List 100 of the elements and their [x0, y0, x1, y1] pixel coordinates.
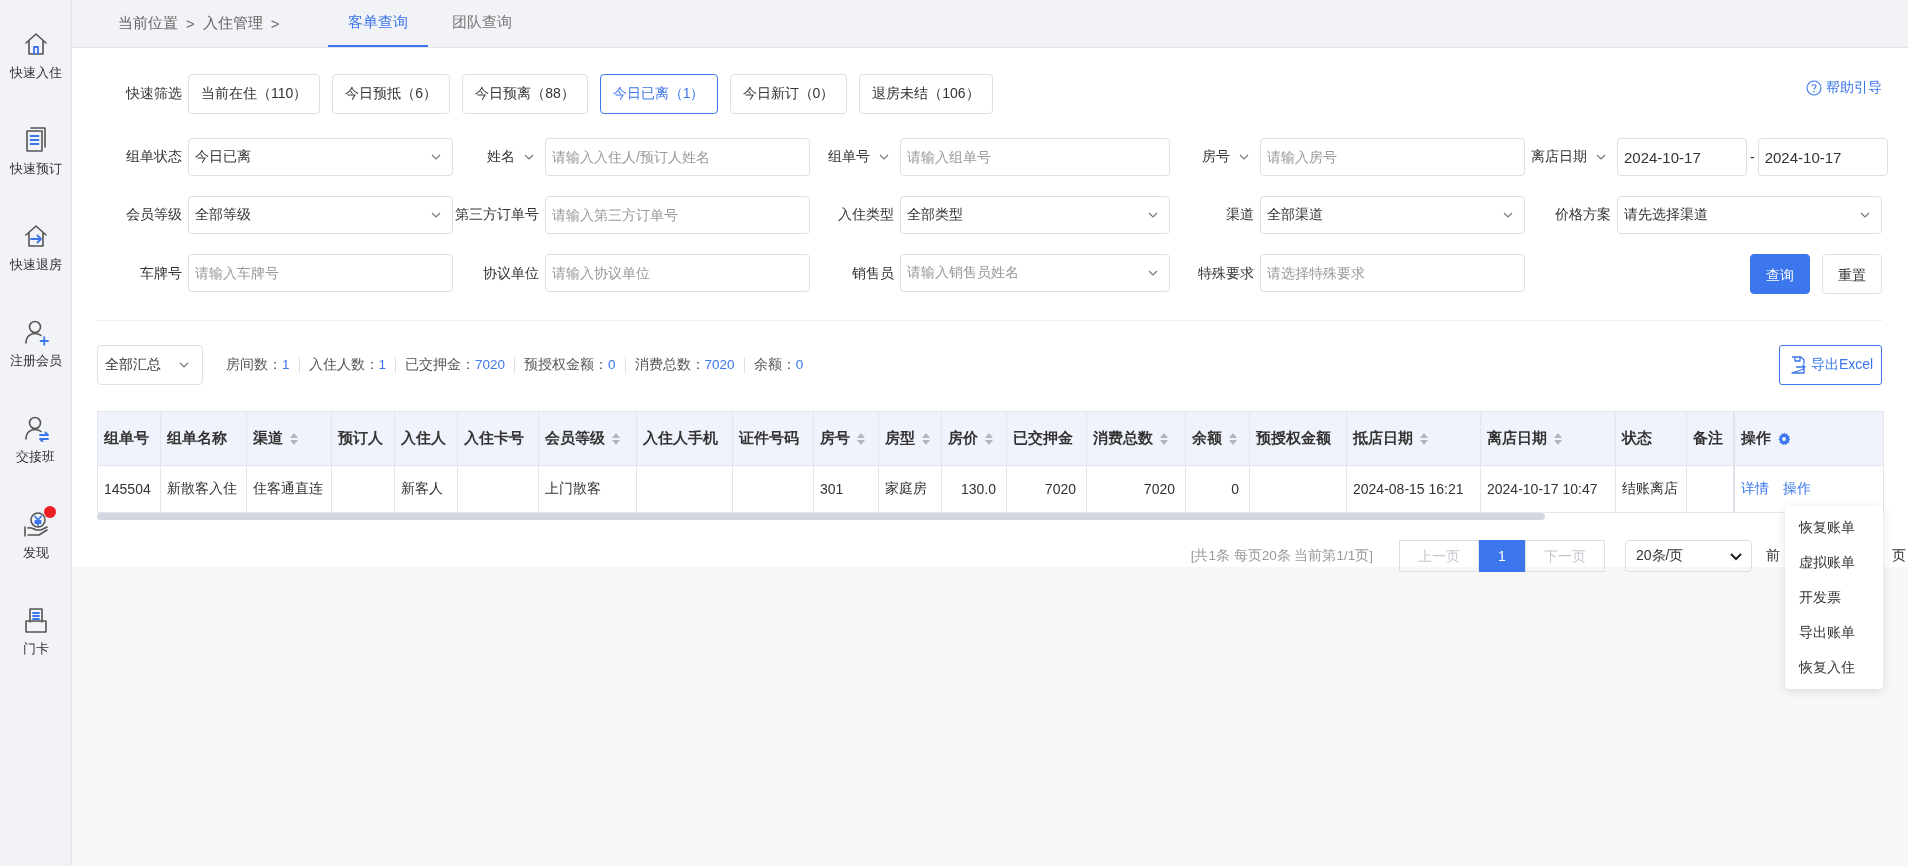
- breadcrumb-separator: >: [270, 15, 280, 32]
- reset-button[interactable]: 重置: [1822, 254, 1882, 294]
- row-action-link[interactable]: 详情: [1740, 480, 1769, 496]
- export-button[interactable]: 导出Excel: [1779, 345, 1882, 385]
- table-cell: 2024-08-15 16:21: [1346, 465, 1481, 513]
- sidebar-item[interactable]: 注册会员: [0, 318, 71, 414]
- text-field[interactable]: 请输入协议单位: [545, 254, 810, 292]
- column-header[interactable]: 余额: [1185, 411, 1250, 466]
- date-field[interactable]: 2024-10-17: [1757, 138, 1888, 176]
- column-header: 组单名称: [160, 411, 247, 466]
- quick-filter-button[interactable]: 今日预离（88）: [462, 74, 588, 114]
- column-header[interactable]: 渠道: [246, 411, 332, 466]
- quick-filter-button[interactable]: 今日已离（1）: [599, 74, 718, 114]
- text-field[interactable]: 请输入房号: [1260, 138, 1525, 176]
- table-cell: 145504: [97, 465, 161, 513]
- text-field[interactable]: 请选择特殊要求: [1260, 254, 1525, 292]
- table-cell: 7020: [1086, 465, 1186, 513]
- page-size-dropdown[interactable]: 20条/页: [1625, 540, 1752, 572]
- text-field[interactable]: 请输入第三方订单号: [545, 196, 810, 234]
- range-separator: -: [1750, 149, 1755, 165]
- sidebar-item[interactable]: 交接班: [0, 414, 71, 510]
- column-header: 组单号: [97, 411, 161, 466]
- table-cell: 301: [813, 465, 879, 513]
- breadcrumb-separator: >: [186, 15, 195, 32]
- column-header[interactable]: 房价: [941, 411, 1007, 466]
- field-label: 组单状态: [126, 148, 182, 166]
- tab[interactable]: 团队查询: [431, 0, 532, 47]
- column-header: 备注: [1686, 411, 1734, 466]
- quick-filter-button[interactable]: 今日预抵（6）: [332, 74, 451, 114]
- sidebar-item[interactable]: 发现: [0, 510, 71, 606]
- table-cell: 家庭房: [878, 465, 942, 513]
- menu-item[interactable]: 导出账单: [1785, 615, 1883, 650]
- stat-value: 7020: [704, 357, 735, 373]
- column-header[interactable]: 会员等级: [538, 411, 637, 466]
- search-button[interactable]: 查询: [1750, 254, 1810, 294]
- page-suffix: 页: [1892, 547, 1906, 565]
- quick-filter-button[interactable]: 退房未结（106）: [859, 74, 993, 114]
- date-field[interactable]: 2024-10-17: [1617, 138, 1747, 176]
- field-type-dropdown[interactable]: 组单号: [828, 148, 890, 166]
- breadcrumb-item: 入住管理: [202, 14, 263, 33]
- dropdown-field[interactable]: 全部类型: [900, 196, 1170, 234]
- field-label: 第三方订单号: [455, 206, 539, 224]
- column-header[interactable]: 抵店日期: [1346, 411, 1481, 466]
- hand-coin-icon: [21, 510, 50, 538]
- field-type-dropdown[interactable]: 离店日期: [1531, 148, 1607, 166]
- filter-label: 快速筛选: [124, 85, 182, 103]
- quick-filter-button[interactable]: 当前在住（110）: [188, 74, 321, 114]
- summary-scope-dropdown[interactable]: 全部汇总: [97, 345, 203, 385]
- sort-icon: [611, 431, 621, 446]
- field-type-dropdown[interactable]: 姓名: [487, 148, 535, 166]
- text-field[interactable]: 请输入组单号: [900, 138, 1170, 176]
- menu-item[interactable]: 开发票: [1785, 580, 1883, 615]
- quick-filter-button[interactable]: 今日新订（0）: [729, 74, 848, 114]
- text-field[interactable]: 请输入入住人/预订人姓名: [545, 138, 810, 176]
- menu-item[interactable]: 恢复账单: [1785, 510, 1883, 545]
- dropdown-field[interactable]: 今日已离: [188, 138, 453, 176]
- row-action-link[interactable]: 操作: [1782, 480, 1811, 496]
- dropdown-field[interactable]: 全部等级: [188, 196, 453, 234]
- dropdown-field[interactable]: 全部渠道: [1260, 196, 1525, 234]
- field-label: 特殊要求: [1198, 265, 1254, 283]
- menu-item[interactable]: 虚拟账单: [1785, 545, 1883, 580]
- column-header: 已交押金: [1006, 411, 1087, 466]
- column-header: 入住卡号: [457, 411, 539, 466]
- sidebar-item[interactable]: 快速退房: [0, 222, 71, 318]
- table-cell: 7020: [1006, 465, 1087, 513]
- sort-icon: [1228, 431, 1238, 446]
- stat-value: 7020: [475, 357, 506, 373]
- column-header: 预订人: [331, 411, 395, 466]
- sidebar-item[interactable]: 快速入住: [0, 30, 71, 126]
- table-cell: 2024-10-17 10:47: [1480, 465, 1616, 513]
- menu-item[interactable]: 恢复入住: [1785, 650, 1883, 685]
- sidebar-item[interactable]: 快速预订: [0, 126, 71, 222]
- sidebar-item[interactable]: 门卡: [0, 606, 71, 702]
- column-header[interactable]: 消费总数: [1086, 411, 1186, 466]
- stat-value: 0: [795, 357, 804, 373]
- field-type-dropdown[interactable]: 房号: [1202, 148, 1250, 166]
- stat-label: 消费总数：: [634, 357, 705, 373]
- field-label: 会员等级: [126, 206, 182, 224]
- column-header: 预授权金额: [1249, 411, 1347, 466]
- sort-icon: [921, 431, 931, 446]
- field-label: 价格方案: [1555, 206, 1611, 224]
- column-header[interactable]: 房型: [878, 411, 942, 466]
- next-page-button: 下一页: [1525, 540, 1605, 572]
- field-label: 协议单位: [483, 265, 539, 283]
- help-icon: [1806, 80, 1822, 96]
- page-info: [共1条 每页20条 当前第1/1页]: [1190, 547, 1373, 565]
- text-field[interactable]: 请输入车牌号: [188, 254, 453, 292]
- sort-icon: [289, 431, 299, 446]
- stat-value: 1: [378, 357, 387, 373]
- dropdown-field[interactable]: 请先选择渠道: [1617, 196, 1882, 234]
- column-header: 操作: [1733, 411, 1884, 466]
- column-header[interactable]: 离店日期: [1480, 411, 1616, 466]
- goto-label: 前: [1766, 547, 1780, 565]
- field-label: 车牌号: [140, 265, 182, 283]
- horizontal-scrollbar[interactable]: [97, 513, 1545, 520]
- column-header[interactable]: 房号: [813, 411, 879, 466]
- help-link[interactable]: 帮助引导: [1806, 79, 1882, 97]
- sort-icon: [1159, 431, 1169, 446]
- field-label: 入住类型: [838, 206, 894, 224]
- page-number[interactable]: 1: [1479, 540, 1525, 572]
